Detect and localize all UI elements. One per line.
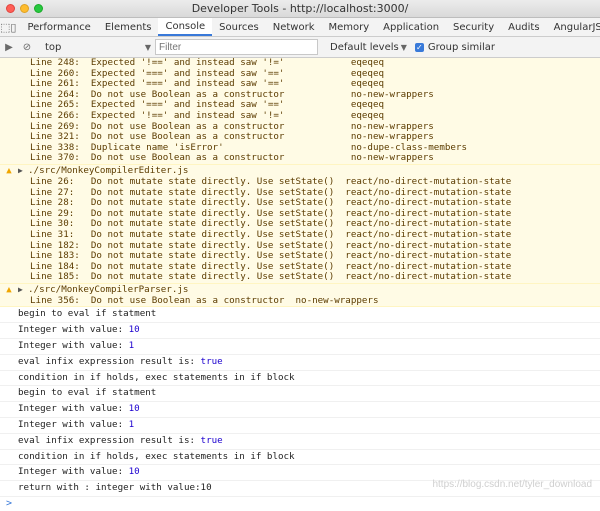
log-value: 10 bbox=[129, 403, 140, 414]
log-text: Integer with value: bbox=[18, 419, 129, 430]
log-text: eval infix expression result is: bbox=[18, 356, 201, 367]
group-similar-checkbox[interactable]: ✓ bbox=[415, 43, 424, 52]
log-text: Integer with value: bbox=[18, 340, 129, 351]
group-similar-label: Group similar bbox=[428, 42, 495, 53]
expand-triangle-icon[interactable]: ▶ bbox=[18, 284, 28, 296]
log-text: eval infix expression result is: bbox=[18, 435, 201, 446]
log-text: condition in if holds, exec statements i… bbox=[18, 451, 295, 462]
log-value: 1 bbox=[129, 419, 135, 430]
filter-input[interactable] bbox=[155, 39, 318, 55]
log-entry: eval infix expression result is: true bbox=[0, 434, 600, 450]
log-text: Integer with value: bbox=[18, 466, 129, 477]
warning-line: Line 185: Do not mutate state directly. … bbox=[0, 272, 600, 283]
tab-audits[interactable]: Audits bbox=[501, 18, 546, 36]
log-text: Integer with value: bbox=[18, 324, 129, 335]
prompt-chevron-icon: > bbox=[6, 498, 12, 509]
warning-group: ▲ ▶ ./src/MonkeyCompilerParser.js Line 3… bbox=[0, 284, 600, 308]
tab-performance[interactable]: Performance bbox=[20, 18, 97, 36]
log-entry: Integer with value: 1 bbox=[0, 339, 600, 355]
log-list: begin to eval if statment Integer with va… bbox=[0, 307, 600, 497]
warning-line: Line 356: Do not use Boolean as a constr… bbox=[0, 296, 600, 307]
log-text: begin to eval if statment bbox=[18, 387, 156, 398]
tab-security[interactable]: Security bbox=[446, 18, 501, 36]
log-entry: begin to eval if statment bbox=[0, 307, 600, 323]
warning-lines: Line 356: Do not use Boolean as a constr… bbox=[0, 296, 600, 307]
warning-line: Line 370: Do not use Boolean as a constr… bbox=[0, 153, 600, 164]
window-titlebar: Developer Tools - http://localhost:3000/ bbox=[0, 0, 600, 18]
tab-memory[interactable]: Memory bbox=[322, 18, 377, 36]
tab-angularjs[interactable]: AngularJS bbox=[547, 18, 600, 36]
warning-group: Line 248: Expected '!==' and instead saw… bbox=[0, 58, 600, 165]
sidebar-toggle-icon[interactable]: ▶ bbox=[0, 42, 18, 53]
inspect-element-icon[interactable]: ⬚ bbox=[0, 18, 10, 36]
device-toolbar-icon[interactable]: ▯ bbox=[10, 18, 16, 36]
tab-console[interactable]: Console bbox=[158, 18, 212, 36]
warning-line: Line 31: Do not mutate state directly. U… bbox=[0, 230, 600, 241]
log-text: condition in if holds, exec statements i… bbox=[18, 372, 295, 383]
log-value: 1 bbox=[129, 340, 135, 351]
warning-icon: ▲ bbox=[0, 284, 18, 296]
minimize-window-button[interactable] bbox=[20, 4, 29, 13]
log-entry: condition in if holds, exec statements i… bbox=[0, 371, 600, 387]
console-toolbar: ▶ ⊘ top ▼ Default levels ▼ ✓ Group simil… bbox=[0, 37, 600, 58]
tab-elements[interactable]: Elements bbox=[98, 18, 159, 36]
warning-lines: Line 26: Do not mutate state directly. U… bbox=[0, 177, 600, 283]
window-controls bbox=[6, 4, 43, 13]
console-output: Line 248: Expected '!==' and instead saw… bbox=[0, 58, 600, 511]
log-text: Integer with value: bbox=[18, 403, 129, 414]
levels-label: Default levels bbox=[330, 42, 399, 53]
console-prompt[interactable]: > bbox=[0, 497, 600, 511]
expand-triangle-icon[interactable]: ▶ bbox=[18, 165, 28, 177]
log-value: 10 bbox=[129, 466, 140, 477]
chevron-down-icon: ▼ bbox=[401, 43, 407, 52]
warning-icon: ▲ bbox=[0, 165, 18, 177]
log-text: return with : integer with value:10 bbox=[18, 482, 212, 493]
tab-application[interactable]: Application bbox=[376, 18, 446, 36]
tab-network[interactable]: Network bbox=[266, 18, 322, 36]
warning-line: Line 266: Expected '!==' and instead saw… bbox=[0, 111, 600, 122]
context-select[interactable]: top ▼ bbox=[41, 42, 155, 53]
window-title: Developer Tools - http://localhost:3000/ bbox=[192, 2, 409, 15]
warning-group: ▲ ▶ ./src/MonkeyCompilerEditer.js Line 2… bbox=[0, 165, 600, 284]
levels-dropdown[interactable]: Default levels ▼ bbox=[330, 42, 407, 53]
warning-line: Line 26: Do not mutate state directly. U… bbox=[0, 177, 600, 188]
devtools-tabbar: ⬚ ▯ PerformanceElementsConsoleSourcesNet… bbox=[0, 18, 600, 37]
context-value: top bbox=[45, 42, 61, 53]
clear-console-icon[interactable]: ⊘ bbox=[18, 42, 36, 53]
log-entry: Integer with value: 1 bbox=[0, 418, 600, 434]
warning-line: Line 248: Expected '!==' and instead saw… bbox=[0, 58, 600, 69]
log-value: 10 bbox=[129, 324, 140, 335]
log-entry: Integer with value: 10 bbox=[0, 402, 600, 418]
log-entry: begin to eval if statment bbox=[0, 386, 600, 402]
log-value: true bbox=[201, 435, 223, 446]
tab-sources[interactable]: Sources bbox=[212, 18, 266, 36]
log-value: true bbox=[201, 356, 223, 367]
chevron-down-icon: ▼ bbox=[145, 43, 151, 52]
tab-list: PerformanceElementsConsoleSourcesNetwork… bbox=[20, 18, 600, 36]
log-entry: eval infix expression result is: true bbox=[0, 355, 600, 371]
log-text: begin to eval if statment bbox=[18, 308, 156, 319]
log-entry: condition in if holds, exec statements i… bbox=[0, 450, 600, 466]
log-entry: Integer with value: 10 bbox=[0, 323, 600, 339]
watermark: https://blog.csdn.net/tyler_download bbox=[432, 479, 592, 490]
close-window-button[interactable] bbox=[6, 4, 15, 13]
maximize-window-button[interactable] bbox=[34, 4, 43, 13]
